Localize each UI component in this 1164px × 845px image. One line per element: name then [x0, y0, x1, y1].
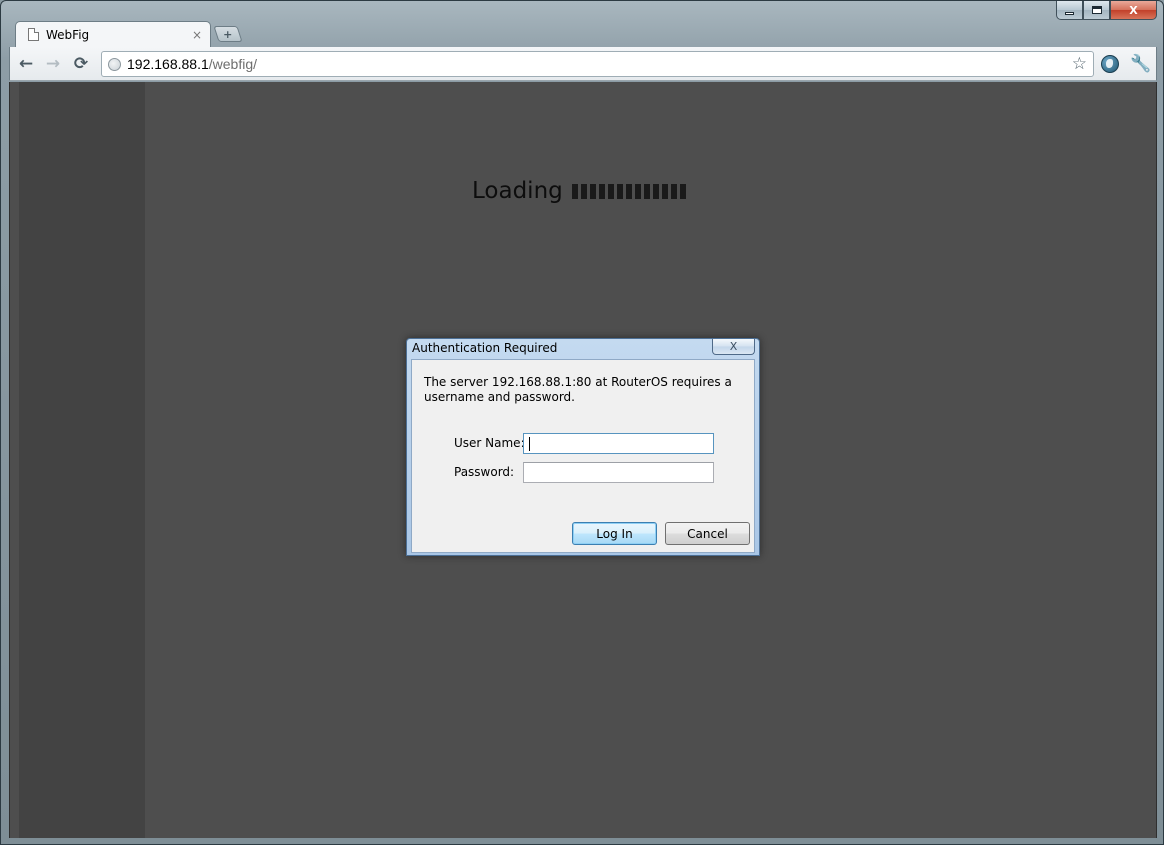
maximize-icon [1091, 6, 1102, 14]
browser-window: X WebFig × + ← → ⟳ 192.168.88.1/webfig/ … [0, 0, 1164, 845]
auth-dialog: Authentication Required X The server 192… [406, 338, 760, 556]
browser-toolbar: ← → ⟳ 192.168.88.1/webfig/ ☆ 🔧 [9, 47, 1157, 81]
page-icon [28, 28, 39, 41]
loading-text: Loading [472, 178, 563, 204]
loading-bar-segment [616, 183, 623, 199]
loading-bar-segment [661, 183, 668, 199]
wrench-icon: 🔧 [1130, 54, 1152, 74]
window-controls: X [1056, 1, 1157, 21]
cancel-button[interactable]: Cancel [665, 522, 750, 545]
globe-icon [108, 57, 121, 71]
loading-bar-segment [643, 183, 650, 199]
text-caret [529, 437, 530, 451]
minimize-icon [1065, 11, 1074, 15]
star-icon[interactable]: ☆ [1072, 54, 1087, 74]
tab-close-icon[interactable]: × [192, 28, 202, 42]
loading-indicator: Loading [472, 178, 689, 204]
loading-bar-segment [670, 183, 677, 199]
back-button[interactable]: ← [15, 53, 37, 75]
url-path: /webfig/ [208, 56, 257, 72]
arrow-left-icon: ← [18, 54, 34, 74]
loading-bars [571, 183, 689, 199]
loading-bar-segment [634, 183, 641, 199]
close-icon: X [729, 340, 738, 353]
dialog-close-button[interactable]: X [712, 339, 755, 355]
login-button[interactable]: Log In [572, 522, 657, 545]
plus-icon: + [223, 27, 233, 41]
new-tab-button[interactable]: + [213, 26, 243, 42]
loading-bar-segment [652, 183, 659, 199]
password-label: Password: [454, 465, 515, 479]
dialog-message: The server 192.168.88.1:80 at RouterOS r… [424, 375, 732, 404]
wrench-menu-button[interactable]: 🔧 [1130, 53, 1152, 75]
url-text: 192.168.88.1/webfig/ [127, 56, 257, 72]
extension-button[interactable] [1099, 53, 1121, 75]
loading-bar-segment [679, 183, 686, 199]
reload-icon: ⟳ [73, 54, 89, 74]
dialog-body: The server 192.168.88.1:80 at RouterOS r… [411, 359, 755, 553]
tab-webfig[interactable]: WebFig × [15, 21, 211, 47]
url-host: 192.168.88.1 [127, 56, 209, 72]
username-label: User Name: [454, 436, 525, 450]
loading-bar-segment [589, 183, 596, 199]
username-input[interactable] [523, 433, 714, 454]
close-window-button[interactable]: X [1110, 1, 1157, 20]
address-bar[interactable]: 192.168.88.1/webfig/ ☆ [101, 51, 1094, 77]
dialog-title: Authentication Required [412, 341, 558, 355]
forward-button[interactable]: → [42, 53, 64, 75]
close-icon: X [1129, 3, 1138, 17]
maximize-button[interactable] [1083, 1, 1110, 20]
tab-title: WebFig [46, 27, 90, 42]
loading-bar-segment [607, 183, 614, 199]
loading-bar-segment [625, 183, 632, 199]
loading-bar-segment [580, 183, 587, 199]
minimize-button[interactable] [1056, 1, 1083, 20]
arrow-right-icon: → [45, 54, 61, 74]
password-input[interactable] [523, 462, 714, 483]
loading-bar-segment [598, 183, 605, 199]
reload-button[interactable]: ⟳ [70, 53, 92, 75]
loading-bar-segment [571, 183, 578, 199]
webfig-sidebar [19, 82, 145, 838]
earth-icon [1101, 55, 1119, 73]
